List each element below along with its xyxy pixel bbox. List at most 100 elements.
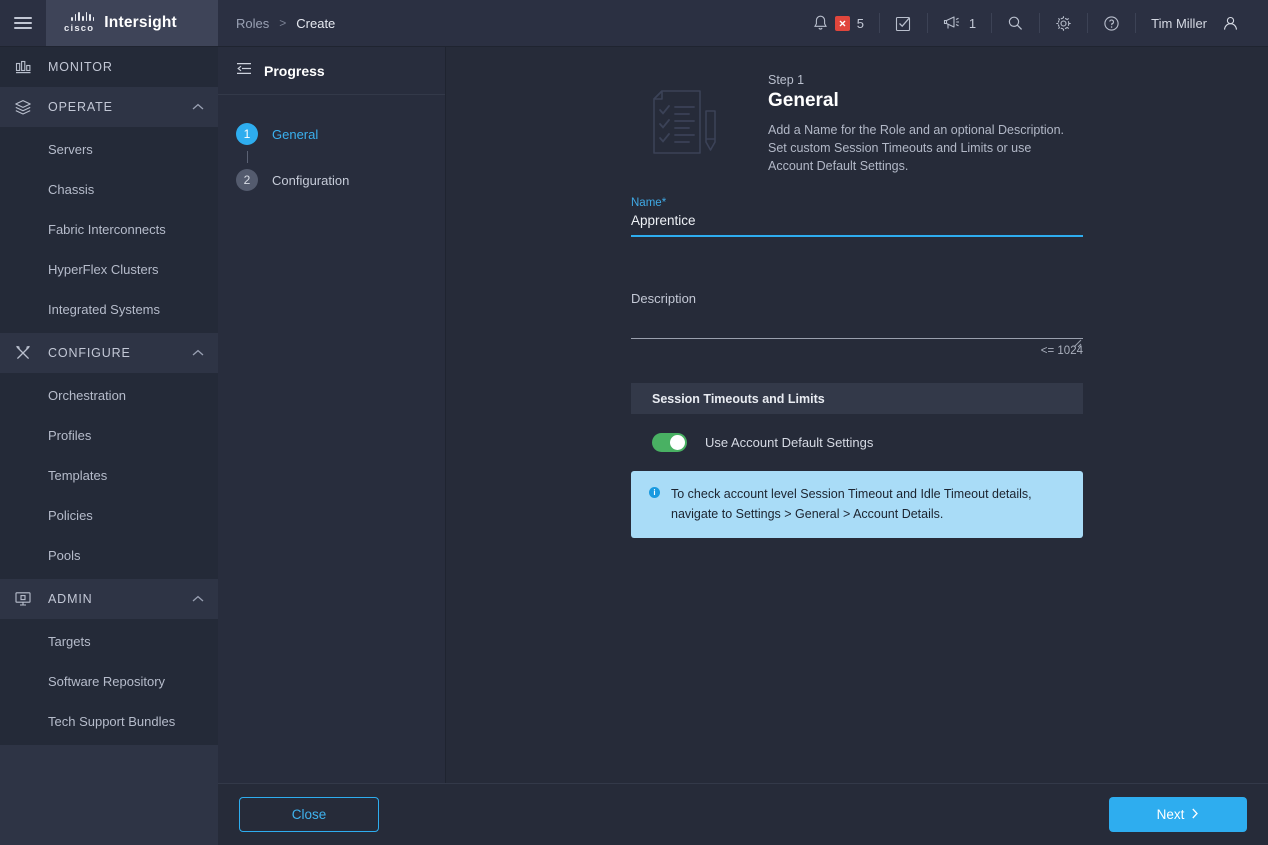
sidebar-item-fabric-interconnects[interactable]: Fabric Interconnects <box>0 209 218 249</box>
sidebar-item-profiles[interactable]: Profiles <box>0 415 218 455</box>
step-number-badge: 1 <box>236 123 258 145</box>
account-default-toggle-row: Use Account Default Settings <box>631 414 1083 452</box>
sidebar-group-admin[interactable]: ADMIN <box>0 579 218 619</box>
bar-chart-icon <box>12 60 34 75</box>
hamburger-icon <box>14 17 32 29</box>
user-avatar-icon <box>1224 16 1237 30</box>
body-area: MONITOR OPERATE Servers Chassis Fabric I… <box>0 47 1268 845</box>
left-navigation-sidebar: MONITOR OPERATE Servers Chassis Fabric I… <box>0 47 218 845</box>
alarm-critical-badge-icon <box>834 15 850 31</box>
main-scroll-area: Step 1 General Add a Name for the Role a… <box>446 47 1268 783</box>
wizard-panels: Progress 1 General 2 Configuration Step … <box>218 47 1268 783</box>
bell-icon <box>813 15 827 30</box>
next-button-label: Next <box>1156 807 1185 822</box>
sidebar-item-templates[interactable]: Templates <box>0 455 218 495</box>
info-banner-text: To check account level Session Timeout a… <box>671 487 1032 521</box>
name-label-text: Name <box>631 197 662 209</box>
top-header-bar: cisco Intersight Roles > Create 5 1 Tim … <box>0 0 1268 47</box>
breadcrumb-item-roles[interactable]: Roles <box>236 16 269 31</box>
sidebar-group-configure[interactable]: CONFIGURE <box>0 333 218 373</box>
task-check-icon <box>895 16 910 31</box>
tools-icon <box>12 344 34 362</box>
step-number-badge: 2 <box>236 169 258 191</box>
settings-button[interactable] <box>1040 0 1087 47</box>
description-textarea[interactable] <box>631 306 1083 339</box>
alarm-count: 5 <box>856 15 864 31</box>
user-menu-button[interactable]: Tim Miller <box>1136 0 1254 47</box>
required-marker: * <box>661 197 667 209</box>
step-header: Step 1 General Add a Name for the Role a… <box>446 47 1268 175</box>
layers-icon <box>12 99 34 116</box>
sidebar-submenu-admin: Targets Software Repository Tech Support… <box>0 619 218 745</box>
progress-step-list: 1 General 2 Configuration <box>218 95 445 197</box>
next-button[interactable]: Next <box>1109 797 1247 832</box>
sidebar-item-servers[interactable]: Servers <box>0 129 218 169</box>
chevron-up-icon <box>192 98 204 116</box>
close-button[interactable]: Close <box>239 797 379 832</box>
chevron-right-icon <box>1191 807 1199 822</box>
cisco-wordmark: cisco <box>64 23 95 34</box>
search-icon <box>1008 16 1023 30</box>
menu-toggle-button[interactable] <box>0 0 46 46</box>
page-title: General <box>768 90 839 111</box>
progress-step-configuration[interactable]: 2 Configuration <box>236 163 445 197</box>
sidebar-group-label: CONFIGURE <box>48 346 131 360</box>
help-icon <box>1104 15 1119 31</box>
search-button[interactable] <box>992 0 1039 47</box>
step-description: Add a Name for the Role and an optional … <box>768 123 1065 173</box>
info-icon: i <box>649 487 660 498</box>
sidebar-group-label: OPERATE <box>48 100 113 114</box>
checklist-document-pencil-icon <box>640 83 740 163</box>
user-name: Tim Miller <box>1151 15 1207 31</box>
sidebar-item-pools[interactable]: Pools <box>0 535 218 575</box>
breadcrumb-item-create: Create <box>296 15 336 31</box>
wizard-footer: Close Next <box>218 783 1268 845</box>
sidebar-item-tech-support-bundles[interactable]: Tech Support Bundles <box>0 701 218 741</box>
sidebar-submenu-configure: Orchestration Profiles Templates Policie… <box>0 373 218 579</box>
description-field-group: Description <= 1024 <box>631 291 1083 357</box>
breadcrumb-separator-icon: > <box>279 16 287 30</box>
app-window: cisco Intersight Roles > Create 5 1 Tim … <box>0 0 1268 845</box>
progress-header: Progress <box>218 47 445 95</box>
chevron-up-icon <box>192 590 204 608</box>
progress-panel: Progress 1 General 2 Configuration <box>218 47 446 783</box>
tasks-button[interactable] <box>880 0 927 47</box>
gear-icon <box>1056 15 1071 31</box>
sidebar-group-monitor[interactable]: MONITOR <box>0 47 218 87</box>
sidebar-submenu-operate: Servers Chassis Fabric Interconnects Hyp… <box>0 127 218 333</box>
sidebar-item-integrated-systems[interactable]: Integrated Systems <box>0 289 218 329</box>
admin-monitor-icon <box>12 591 34 607</box>
toggle-label: Use Account Default Settings <box>705 435 874 450</box>
step-label: Configuration <box>272 172 350 188</box>
sidebar-item-policies[interactable]: Policies <box>0 495 218 535</box>
info-banner: i To check account level Session Timeout… <box>631 471 1083 538</box>
step-eyebrow: Step 1 <box>768 73 805 87</box>
sidebar-group-label: MONITOR <box>48 60 113 74</box>
use-account-default-toggle[interactable] <box>652 433 687 452</box>
sidebar-item-hyperflex-clusters[interactable]: HyperFlex Clusters <box>0 249 218 289</box>
sidebar-group-label: ADMIN <box>48 592 93 606</box>
sidebar-item-chassis[interactable]: Chassis <box>0 169 218 209</box>
breadcrumb: Roles > Create <box>218 0 335 46</box>
general-form: Name* Description <= 1024 <box>631 197 1083 538</box>
step-connector-line <box>246 151 248 163</box>
alarms-button[interactable]: 5 <box>798 0 879 47</box>
collapse-panel-icon[interactable] <box>236 62 252 80</box>
name-input[interactable] <box>631 211 1083 237</box>
sidebar-item-software-repository[interactable]: Software Repository <box>0 661 218 701</box>
sidebar-item-orchestration[interactable]: Orchestration <box>0 375 218 415</box>
session-section-header: Session Timeouts and Limits <box>631 383 1083 414</box>
step-label: General <box>272 126 319 142</box>
megaphone-icon <box>943 16 959 29</box>
header-actions: 5 1 Tim Miller <box>798 0 1268 46</box>
chevron-up-icon <box>192 344 204 362</box>
sidebar-item-targets[interactable]: Targets <box>0 621 218 661</box>
progress-step-general[interactable]: 1 General <box>236 117 445 163</box>
cisco-logo-icon: cisco <box>64 12 95 34</box>
name-field-label: Name* <box>631 197 1083 209</box>
announcements-button[interactable]: 1 <box>928 0 991 47</box>
sidebar-group-operate[interactable]: OPERATE <box>0 87 218 127</box>
product-title: Intersight <box>104 14 177 31</box>
help-button[interactable] <box>1088 0 1135 47</box>
brand-logo[interactable]: cisco Intersight <box>46 0 218 46</box>
